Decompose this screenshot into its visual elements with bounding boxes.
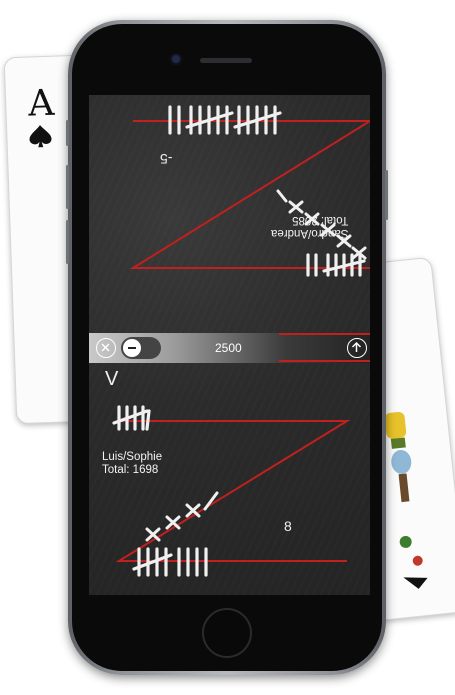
spade-icon	[29, 125, 52, 148]
bottom-team-info: Luis/Sophie Total: 1698	[102, 451, 162, 477]
earpiece-speaker	[200, 58, 252, 63]
power-button	[385, 170, 388, 220]
top-team-total: Total: 2085	[292, 214, 349, 226]
top-team-info: Sandro/Andrea Total: 2085	[271, 213, 348, 239]
toolbar-accent-bottom	[279, 360, 370, 362]
close-icon	[101, 343, 110, 352]
bottom-score-board[interactable]	[89, 363, 370, 595]
volume-up-button	[66, 165, 69, 209]
bottom-tally-diagonal	[145, 491, 219, 542]
app-screen: Sandro/Andrea Total: 2085 -5 2500 V Luis…	[89, 95, 370, 595]
home-button[interactable]	[202, 608, 252, 658]
top-marker-number: -5	[160, 151, 173, 167]
score-toolbar: 2500	[89, 333, 370, 363]
bottom-team-total: Total: 1698	[102, 464, 159, 476]
submit-up-button[interactable]	[347, 338, 367, 358]
side-marker: V	[105, 368, 119, 390]
clear-button[interactable]	[96, 338, 116, 358]
subtract-toggle[interactable]	[121, 337, 161, 359]
bottom-marker-number: 8	[284, 518, 292, 534]
score-entry-value: 2500	[215, 341, 242, 355]
bottom-z-board	[112, 405, 351, 577]
bottom-tally-upper	[112, 405, 151, 431]
minus-icon	[123, 339, 141, 357]
volume-down-button	[66, 220, 69, 264]
bottom-team-name: Luis/Sophie	[102, 451, 163, 463]
arrow-up-icon	[351, 341, 362, 352]
card-art-icon	[384, 411, 428, 589]
top-tally-upper	[306, 253, 366, 277]
top-team-name: Sandro/Andrea	[271, 227, 349, 239]
card-rank: A	[27, 82, 55, 125]
front-camera	[172, 55, 180, 63]
toolbar-accent-top	[279, 333, 370, 335]
mute-switch	[66, 120, 69, 146]
